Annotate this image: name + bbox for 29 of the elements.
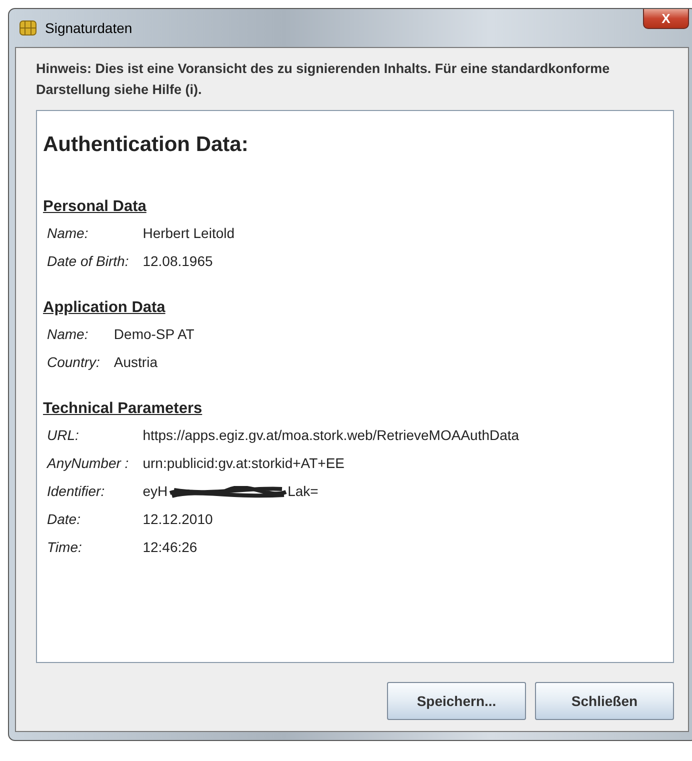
- field-value: 12.08.1965: [142, 252, 214, 271]
- close-dialog-button[interactable]: Schließen: [535, 682, 674, 720]
- section-title: Technical Parameters: [43, 399, 202, 419]
- field-label: Date:: [46, 510, 82, 530]
- field-value: Austria: [112, 353, 158, 372]
- field-value: eyH: [142, 483, 168, 500]
- field-value: Herbert Leitold: [142, 224, 236, 243]
- field-label: Identifier:: [46, 482, 106, 502]
- chip-card-icon: [19, 19, 37, 37]
- heading: Authentication Data:: [43, 132, 250, 158]
- field-value: https://apps.egiz.gv.at/moa.stork.web/RetrieveMOAAuthData: [142, 426, 520, 446]
- field-label: Name:: [46, 224, 90, 243]
- field-label: Country:: [46, 353, 101, 372]
- field-label: AnyNumber :: [46, 454, 130, 474]
- hint-text: Hinweis: Dies ist eine Voransicht des zu signierenden Inhalts. Für eine standardkonforme Darstellung siehe Hilfe (i).: [36, 60, 611, 99]
- field-value: urn:publicid:gv.at:storkid+AT+EE: [142, 454, 346, 474]
- field-value: 12.12.2010: [142, 510, 214, 530]
- field-value: Demo-SP AT: [112, 325, 196, 344]
- field-value: 12:46:26: [142, 538, 198, 558]
- field-label: Time:: [46, 538, 83, 558]
- section-title: Application Data: [43, 298, 166, 318]
- window-title: Signaturdaten: [45, 18, 132, 38]
- field-label: Date of Birth:: [46, 252, 130, 271]
- section-title: Personal Data: [43, 196, 146, 216]
- close-button[interactable]: X: [643, 9, 689, 29]
- field-value: Lak=: [288, 483, 318, 500]
- field-label: URL:: [46, 426, 80, 446]
- save-button[interactable]: Speichern...: [387, 682, 526, 720]
- field-label: Name:: [46, 325, 90, 344]
